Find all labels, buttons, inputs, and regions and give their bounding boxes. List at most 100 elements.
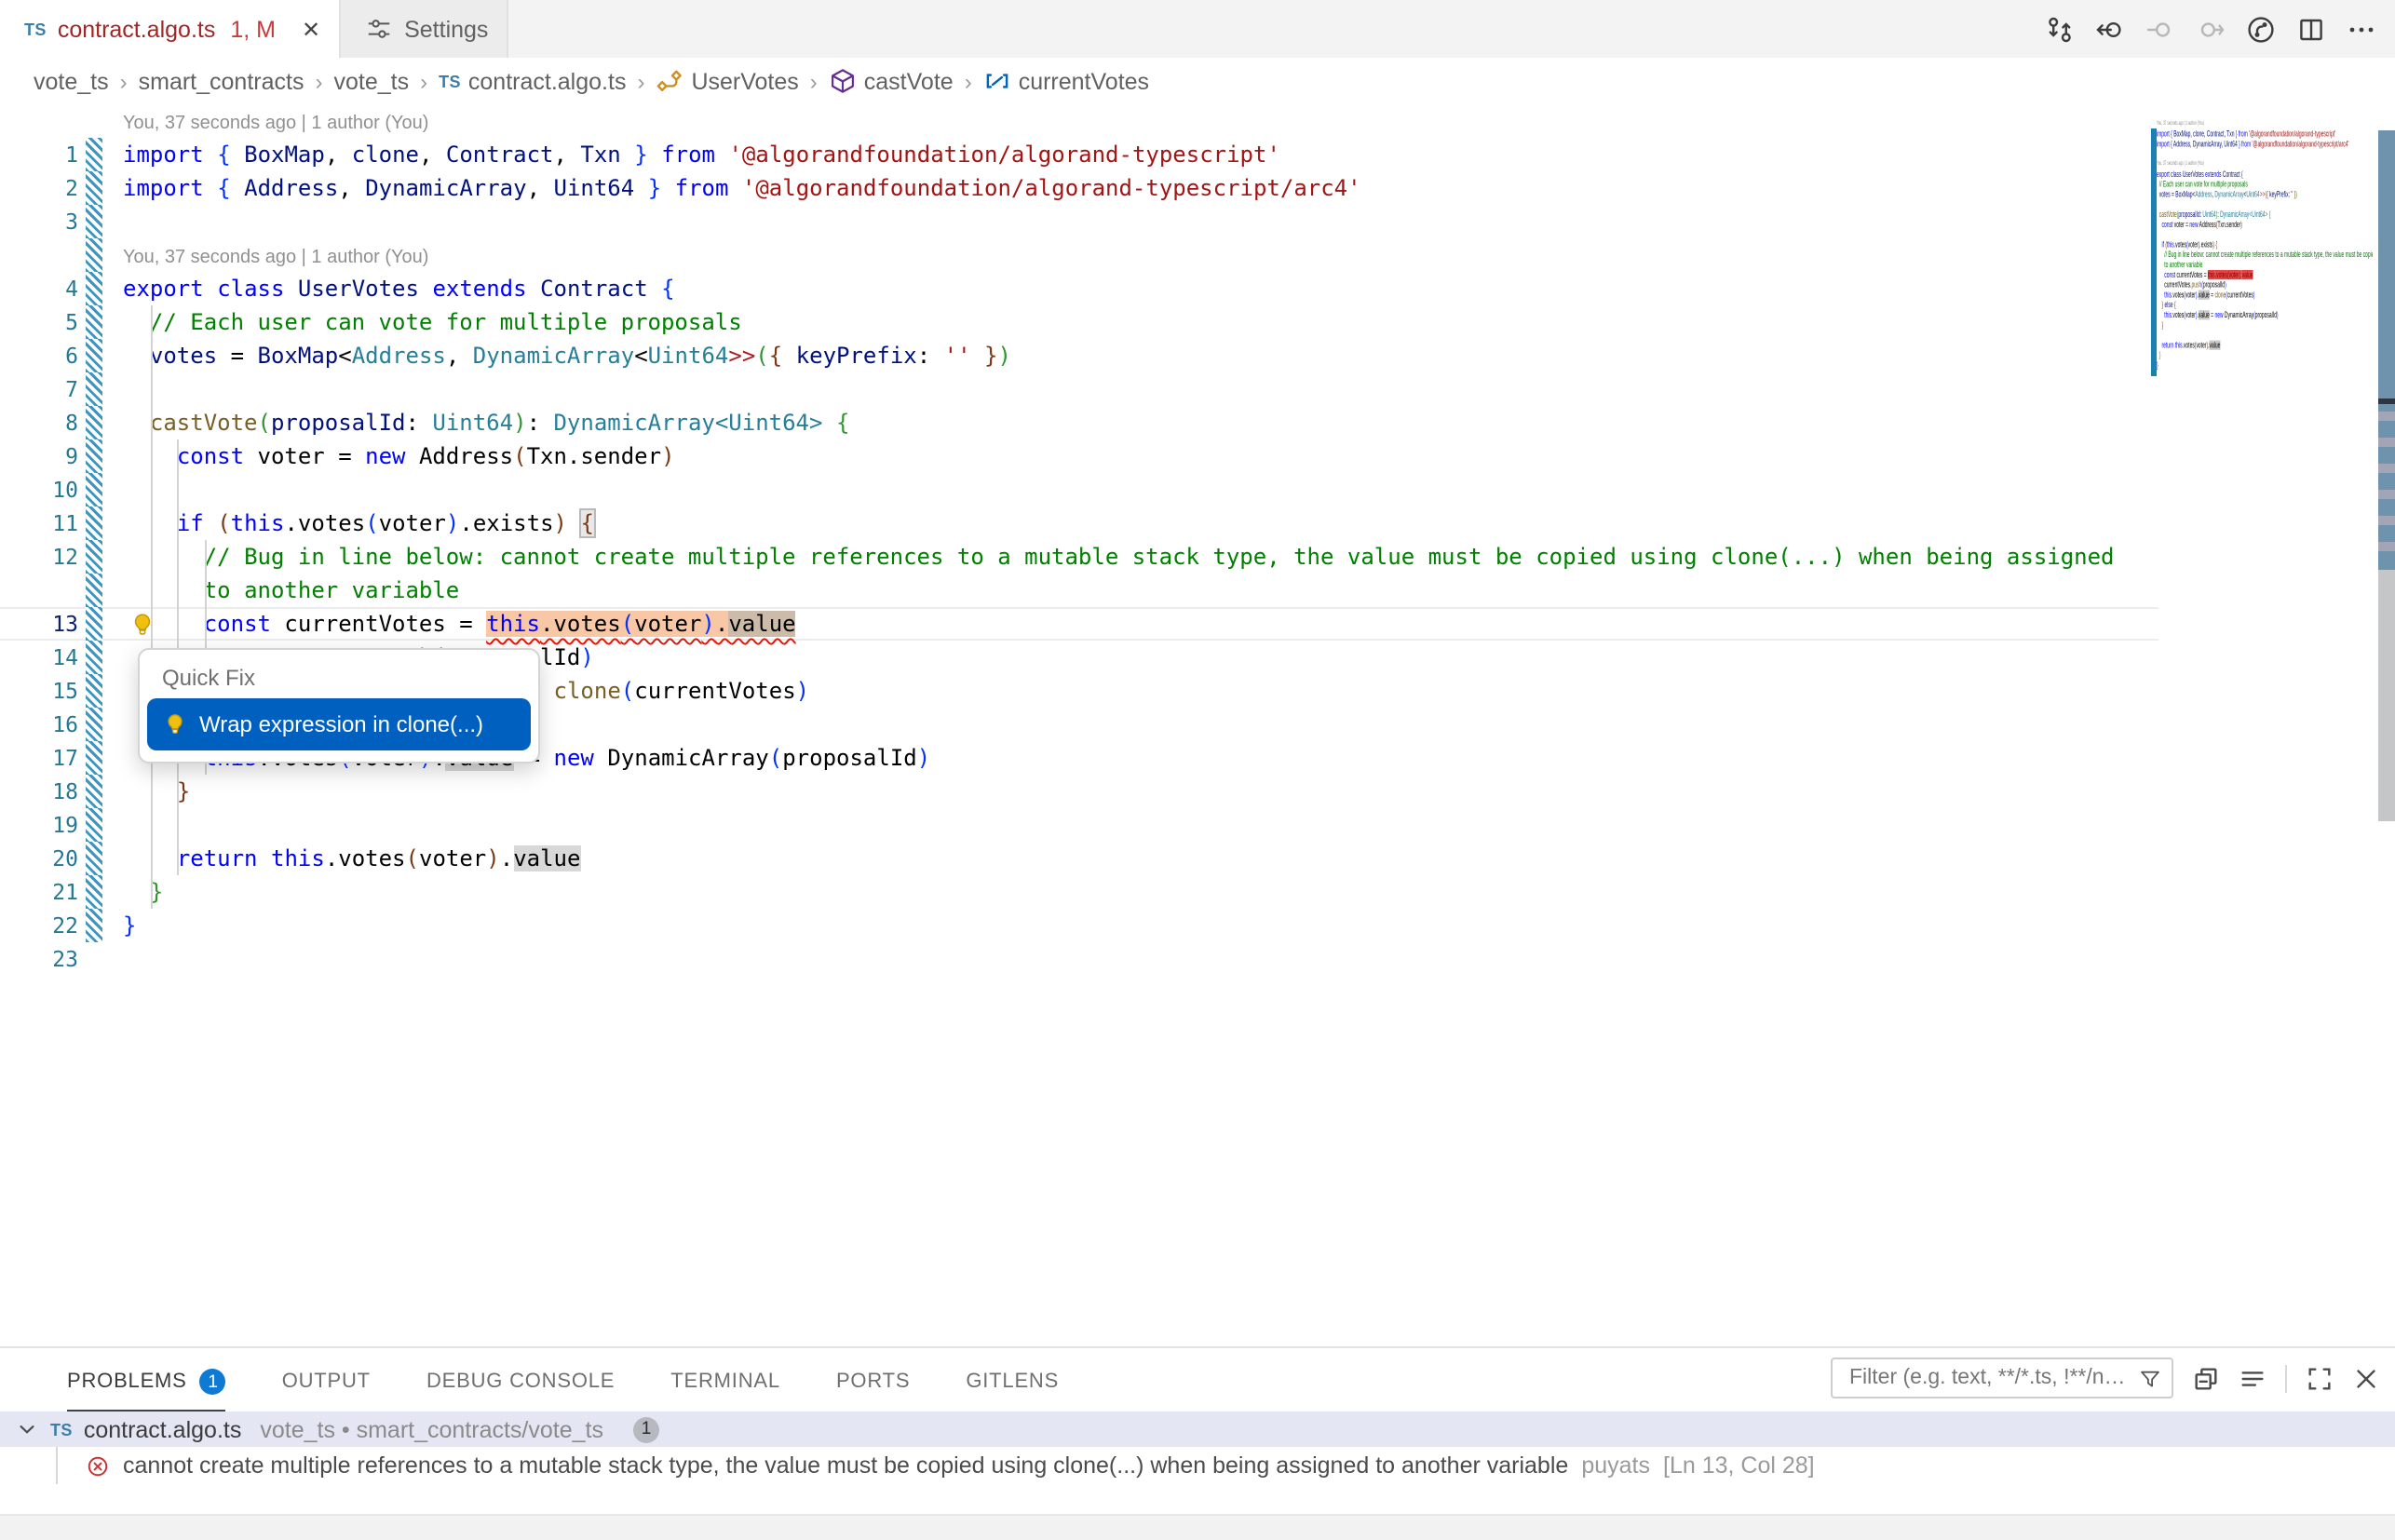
- code-row[interactable]: 7: [0, 372, 2158, 406]
- code-row[interactable]: 2import { Address, DynamicArray, Uint64 …: [0, 171, 2158, 205]
- quick-fix-item-label: Wrap expression in clone(...): [199, 711, 483, 737]
- breadcrumb-label: vote_ts: [34, 68, 109, 94]
- editor-actions: [2045, 0, 2376, 58]
- modified-line-indicator: [86, 272, 102, 305]
- breadcrumb-item-currentvotes[interactable]: currentVotes: [983, 67, 1149, 95]
- commit-graph-icon[interactable]: [2246, 14, 2276, 44]
- previous-change-icon[interactable]: [2145, 14, 2175, 44]
- breadcrumb-separator: ›: [118, 68, 129, 94]
- line-number: 5: [0, 305, 78, 339]
- close-panel-icon[interactable]: [2352, 1364, 2380, 1392]
- more-actions-icon[interactable]: [2347, 14, 2376, 44]
- view-as-list-icon[interactable]: [2239, 1364, 2266, 1392]
- code-row[interactable]: 3: [0, 205, 2158, 238]
- code-text: import { Address, DynamicArray, Uint64 }…: [2157, 140, 2348, 150]
- breadcrumb-separator: ›: [313, 68, 324, 94]
- breadcrumb-item-vote-ts[interactable]: vote_ts: [333, 68, 409, 94]
- wrapped-code-row[interactable]: to another variable: [0, 574, 2158, 607]
- code-row[interactable]: 4export class UserVotes extends Contract…: [0, 272, 2158, 305]
- code-row[interactable]: 13 const currentVotes = this.votes(voter…: [0, 607, 2158, 641]
- code-text: }: [123, 875, 163, 909]
- problems-file-row[interactable]: TS contract.algo.ts vote_ts • smart_cont…: [0, 1412, 2395, 1447]
- problems-filter[interactable]: [1831, 1358, 2173, 1398]
- line-number: 13: [0, 607, 78, 641]
- code-row[interactable]: 20 return this.votes(voter).value: [0, 842, 2158, 875]
- code-row[interactable]: 6 votes = BoxMap<Address, DynamicArray<U…: [0, 339, 2158, 372]
- code-row[interactable]: 5 // Each user can vote for multiple pro…: [0, 305, 2158, 339]
- code-text: }: [2157, 350, 2160, 360]
- breadcrumb-label: vote_ts: [333, 68, 409, 94]
- quick-fix-item-wrap-in-clone[interactable]: Wrap expression in clone(...): [147, 698, 531, 750]
- panel-tab-ports[interactable]: PORTS: [836, 1348, 910, 1412]
- modified-line-indicator: [86, 775, 102, 808]
- split-editor-icon[interactable]: [2296, 14, 2326, 44]
- ts-file-icon: TS: [50, 1420, 73, 1439]
- tab-label: contract.algo.ts: [58, 16, 216, 42]
- line-number: 7: [0, 372, 78, 406]
- breadcrumb-item-vote-ts[interactable]: vote_ts: [34, 68, 109, 94]
- panel-tab-gitlens[interactable]: GITLENS: [966, 1348, 1059, 1412]
- panel-tab-debug-console[interactable]: DEBUG CONSOLE: [426, 1348, 615, 1412]
- gitlens-blame-text: You, 37 seconds ago | 1 author (You): [2157, 120, 2204, 127]
- code-row: 13 const currentVotes = this.votes(voter…: [2157, 270, 2373, 280]
- collapse-all-icon[interactable]: [2192, 1364, 2220, 1392]
- line-number: 9: [0, 439, 78, 473]
- panel-tab-output[interactable]: OUTPUT: [282, 1348, 371, 1412]
- code-row[interactable]: 23: [0, 942, 2158, 976]
- code-editor[interactable]: You, 37 seconds ago | 1 author (You) 1imp…: [0, 104, 2395, 1346]
- next-change-icon[interactable]: [2196, 14, 2226, 44]
- quick-fix-popup: Quick Fix Wrap expression in clone(...): [138, 648, 540, 763]
- chevron-down-icon[interactable]: [15, 1417, 39, 1441]
- code-row: 5 // Each user can vote for multiple pro…: [2157, 180, 2373, 190]
- overview-decoration-mark: [2378, 542, 2395, 551]
- minimap-content: You, 37 seconds ago | 1 author (You)1imp…: [2157, 119, 2373, 381]
- maximize-panel-icon[interactable]: [2306, 1364, 2334, 1392]
- problems-file-path: vote_ts • smart_contracts/vote_ts: [260, 1416, 603, 1442]
- code-row: 7: [2157, 199, 2373, 209]
- scrollbar-thumb[interactable]: [2378, 570, 2395, 821]
- close-tab-icon[interactable]: ✕: [302, 18, 320, 40]
- editor-tab-bar: TScontract.algo.ts1, M✕ Settings: [0, 0, 2395, 58]
- modified-line-indicator: [86, 674, 102, 708]
- overview-ruler[interactable]: [2378, 104, 2395, 1346]
- code-text: }: [123, 775, 190, 808]
- panel-tab-problems[interactable]: PROBLEMS1: [67, 1348, 226, 1412]
- code-row[interactable]: 1import { BoxMap, clone, Contract, Txn }…: [0, 138, 2158, 171]
- panel-tab-label: GITLENS: [966, 1371, 1059, 1393]
- code-row[interactable]: 22}: [0, 909, 2158, 942]
- minimap[interactable]: You, 37 seconds ago | 1 author (You)1imp…: [2157, 119, 2373, 436]
- window-footer-strip: [0, 1514, 2395, 1540]
- code-text: if (this.votes(voter).exists) {: [123, 507, 594, 540]
- tab-contract-algo-ts[interactable]: TScontract.algo.ts1, M✕: [0, 0, 339, 58]
- problems-filter-input[interactable]: [1846, 1365, 2131, 1391]
- panel-tab-terminal[interactable]: TERMINAL: [670, 1348, 780, 1412]
- tab-label: Settings: [404, 16, 488, 42]
- code-row[interactable]: 21 }: [0, 875, 2158, 909]
- error-icon: [86, 1453, 110, 1478]
- symbol-method-icon: [829, 67, 857, 95]
- code-row[interactable]: 19: [0, 808, 2158, 842]
- tab-settings[interactable]: Settings: [339, 0, 508, 58]
- code-row[interactable]: 11 if (this.votes(voter).exists) {: [0, 507, 2158, 540]
- code-row[interactable]: 10: [0, 473, 2158, 507]
- code-text: export class UserVotes extends Contract …: [123, 272, 675, 305]
- line-number: 21: [0, 875, 78, 909]
- symbol-variable-icon: [983, 67, 1011, 95]
- problem-row[interactable]: cannot create multiple references to a m…: [0, 1447, 2395, 1484]
- code-text: // Each user can vote for multiple propo…: [2157, 180, 2248, 190]
- code-row[interactable]: 8 castVote(proposalId: Uint64): DynamicA…: [0, 406, 2158, 439]
- modified-line-indicator: [86, 406, 102, 439]
- breadcrumb-item-contract-algo-ts[interactable]: TScontract.algo.ts: [439, 68, 626, 94]
- code-row[interactable]: 9 const voter = new Address(Txn.sender): [0, 439, 2158, 473]
- code-row[interactable]: 12 // Bug in line below: cannot create m…: [0, 540, 2158, 574]
- breadcrumb-item-smart-contracts[interactable]: smart_contracts: [139, 68, 304, 94]
- panel-tab-label: PORTS: [836, 1371, 910, 1393]
- code-row[interactable]: 18 }: [0, 775, 2158, 808]
- modified-line-indicator: [86, 875, 102, 909]
- go-back-icon[interactable]: [2095, 14, 2125, 44]
- open-changes-icon[interactable]: [2045, 14, 2075, 44]
- code-text: to another variable: [2157, 260, 2202, 270]
- breadcrumb-item-uservotes[interactable]: UserVotes: [656, 67, 798, 95]
- tree-indent-guide: [56, 1447, 58, 1484]
- breadcrumb-item-castvote[interactable]: castVote: [829, 67, 954, 95]
